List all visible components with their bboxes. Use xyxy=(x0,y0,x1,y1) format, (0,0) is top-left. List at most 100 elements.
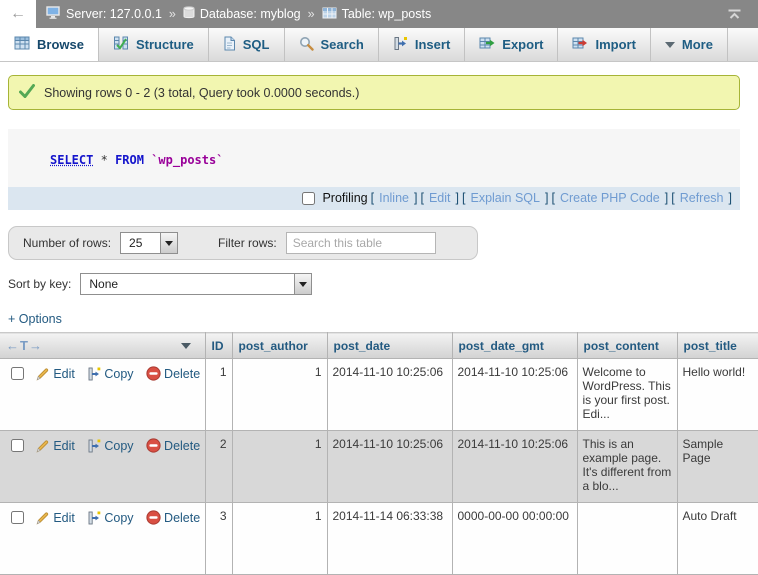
search-icon xyxy=(299,36,314,54)
cell-post-content[interactable] xyxy=(577,503,677,575)
create-php-code-link[interactable]: Create PHP Code xyxy=(560,191,660,205)
column-header-post-author[interactable]: post_author xyxy=(232,333,327,359)
select-arrow-icon xyxy=(294,274,311,294)
filter-rows-input[interactable] xyxy=(286,232,436,254)
sort-by-key-label: Sort by key: xyxy=(8,277,71,291)
row-checkbox[interactable] xyxy=(11,511,24,524)
cell-post-date-gmt[interactable]: 2014-11-10 10:25:06 xyxy=(452,431,577,503)
chevron-down-icon xyxy=(665,42,675,48)
bracket: ] xyxy=(456,191,459,205)
actions-dropdown-icon[interactable] xyxy=(181,343,191,349)
success-check-icon xyxy=(19,84,35,101)
delete-row-link[interactable]: Delete xyxy=(146,367,200,381)
column-header-post-date[interactable]: post_date xyxy=(327,333,452,359)
tab-search[interactable]: Search xyxy=(285,28,379,61)
bracket: [ xyxy=(371,191,374,205)
column-header-post-content[interactable]: post_content xyxy=(577,333,677,359)
breadcrumb-separator: » xyxy=(308,7,315,21)
bracket: ] xyxy=(665,191,668,205)
inline-link[interactable]: Inline xyxy=(379,191,409,205)
table-icon xyxy=(322,7,337,22)
cell-post-date[interactable]: 2014-11-14 06:33:38 xyxy=(327,503,452,575)
explain-sql-link[interactable]: Explain SQL xyxy=(470,191,539,205)
tab-more[interactable]: More xyxy=(651,28,728,61)
options-toggle-link[interactable]: + Options xyxy=(8,312,62,326)
breadcrumb-server[interactable]: Server: 127.0.0.1 xyxy=(46,6,162,22)
refresh-link[interactable]: Refresh xyxy=(680,191,724,205)
tab-export-label: Export xyxy=(502,37,543,52)
profiling-checkbox[interactable] xyxy=(302,192,315,205)
edit-query-link[interactable]: Edit xyxy=(429,191,451,205)
delete-row-link[interactable]: Delete xyxy=(146,511,200,525)
copy-row-link[interactable]: Copy xyxy=(87,367,137,381)
cell-post-title[interactable]: Sample Page xyxy=(677,431,758,503)
select-arrow-icon xyxy=(160,233,177,253)
insert-icon xyxy=(393,36,408,54)
tab-browse[interactable]: Browse xyxy=(0,28,99,61)
sql-star: * xyxy=(101,153,108,167)
tab-browse-label: Browse xyxy=(37,37,84,52)
sort-by-key-select[interactable]: None xyxy=(80,273,312,295)
transpose-arrows[interactable]: ←T→ xyxy=(6,338,43,353)
tab-import[interactable]: Import xyxy=(558,28,650,61)
breadcrumb-server-label: Server: 127.0.0.1 xyxy=(66,7,162,21)
column-header-post-date-gmt[interactable]: post_date_gmt xyxy=(452,333,577,359)
breadcrumb-database-label: Database: myblog xyxy=(200,7,301,21)
column-header-post-title[interactable]: post_title xyxy=(677,333,758,359)
row-checkbox[interactable] xyxy=(11,439,24,452)
row-actions-cell: Edit Copy Delete xyxy=(0,503,205,575)
tab-sql[interactable]: SQL xyxy=(209,28,285,61)
table-body: Edit Copy Delete 1 1 2014-11-10 10:25:06… xyxy=(0,359,758,575)
collapse-console-icon[interactable] xyxy=(721,9,748,20)
table-row: Edit Copy Delete 2 1 2014-11-10 10:25:06… xyxy=(0,431,758,503)
sql-query-box: SELECT * FROM `wp_posts` Profiling [ Inl… xyxy=(8,129,740,210)
delete-icon xyxy=(146,511,164,525)
sort-by-key-value: None xyxy=(81,274,294,294)
cell-post-date[interactable]: 2014-11-10 10:25:06 xyxy=(327,431,452,503)
delete-icon xyxy=(146,367,164,381)
cell-post-content[interactable]: Welcome to WordPress. This is your first… xyxy=(577,359,677,431)
breadcrumb-database[interactable]: Database: myblog xyxy=(183,6,301,22)
row-actions-cell: Edit Copy Delete xyxy=(0,431,205,503)
cell-post-date-gmt[interactable]: 0000-00-00 00:00:00 xyxy=(452,503,577,575)
column-header-id[interactable]: ID xyxy=(205,333,232,359)
tab-insert[interactable]: Insert xyxy=(379,28,465,61)
edit-row-link[interactable]: Edit xyxy=(35,367,78,381)
tab-structure[interactable]: Structure xyxy=(99,28,209,61)
cell-post-author[interactable]: 1 xyxy=(232,431,327,503)
status-message: Showing rows 0 - 2 (3 total, Query took … xyxy=(8,75,740,110)
row-actions-cell: Edit Copy Delete xyxy=(0,359,205,431)
breadcrumb-table[interactable]: Table: wp_posts xyxy=(322,7,432,22)
cell-post-date-gmt[interactable]: 2014-11-10 10:25:06 xyxy=(452,359,577,431)
sort-bar: Sort by key: None xyxy=(8,273,758,295)
edit-row-link[interactable]: Edit xyxy=(35,511,78,525)
cell-post-content[interactable]: This is an example page. It's different … xyxy=(577,431,677,503)
cell-post-date[interactable]: 2014-11-10 10:25:06 xyxy=(327,359,452,431)
tab-sql-label: SQL xyxy=(243,37,270,52)
copy-row-link[interactable]: Copy xyxy=(87,439,137,453)
bracket: [ xyxy=(420,191,423,205)
sql-icon xyxy=(223,36,236,54)
number-of-rows-select[interactable]: 25 xyxy=(120,232,178,254)
table-row: Edit Copy Delete 3 1 2014-11-14 06:33:38… xyxy=(0,503,758,575)
tab-search-label: Search xyxy=(321,37,364,52)
back-arrow-button[interactable]: ← xyxy=(0,0,36,28)
pencil-icon xyxy=(35,439,53,453)
bracket: [ xyxy=(671,191,674,205)
bracket: [ xyxy=(551,191,554,205)
column-header-actions: ←T→ xyxy=(0,333,205,359)
row-checkbox[interactable] xyxy=(11,367,24,380)
tab-export[interactable]: Export xyxy=(465,28,558,61)
delete-row-link[interactable]: Delete xyxy=(146,439,200,453)
cell-post-author[interactable]: 1 xyxy=(232,359,327,431)
copy-row-link[interactable]: Copy xyxy=(87,511,137,525)
edit-row-link[interactable]: Edit xyxy=(35,439,78,453)
bracket: ] xyxy=(545,191,548,205)
breadcrumb-table-label: Table: wp_posts xyxy=(342,7,432,21)
cell-post-author[interactable]: 1 xyxy=(232,503,327,575)
bracket: ] xyxy=(729,191,732,205)
top-bar: ← Server: 127.0.0.1 » Database: myblog »… xyxy=(0,0,758,28)
tab-structure-label: Structure xyxy=(136,37,194,52)
cell-post-title[interactable]: Auto Draft xyxy=(677,503,758,575)
cell-post-title[interactable]: Hello world! xyxy=(677,359,758,431)
